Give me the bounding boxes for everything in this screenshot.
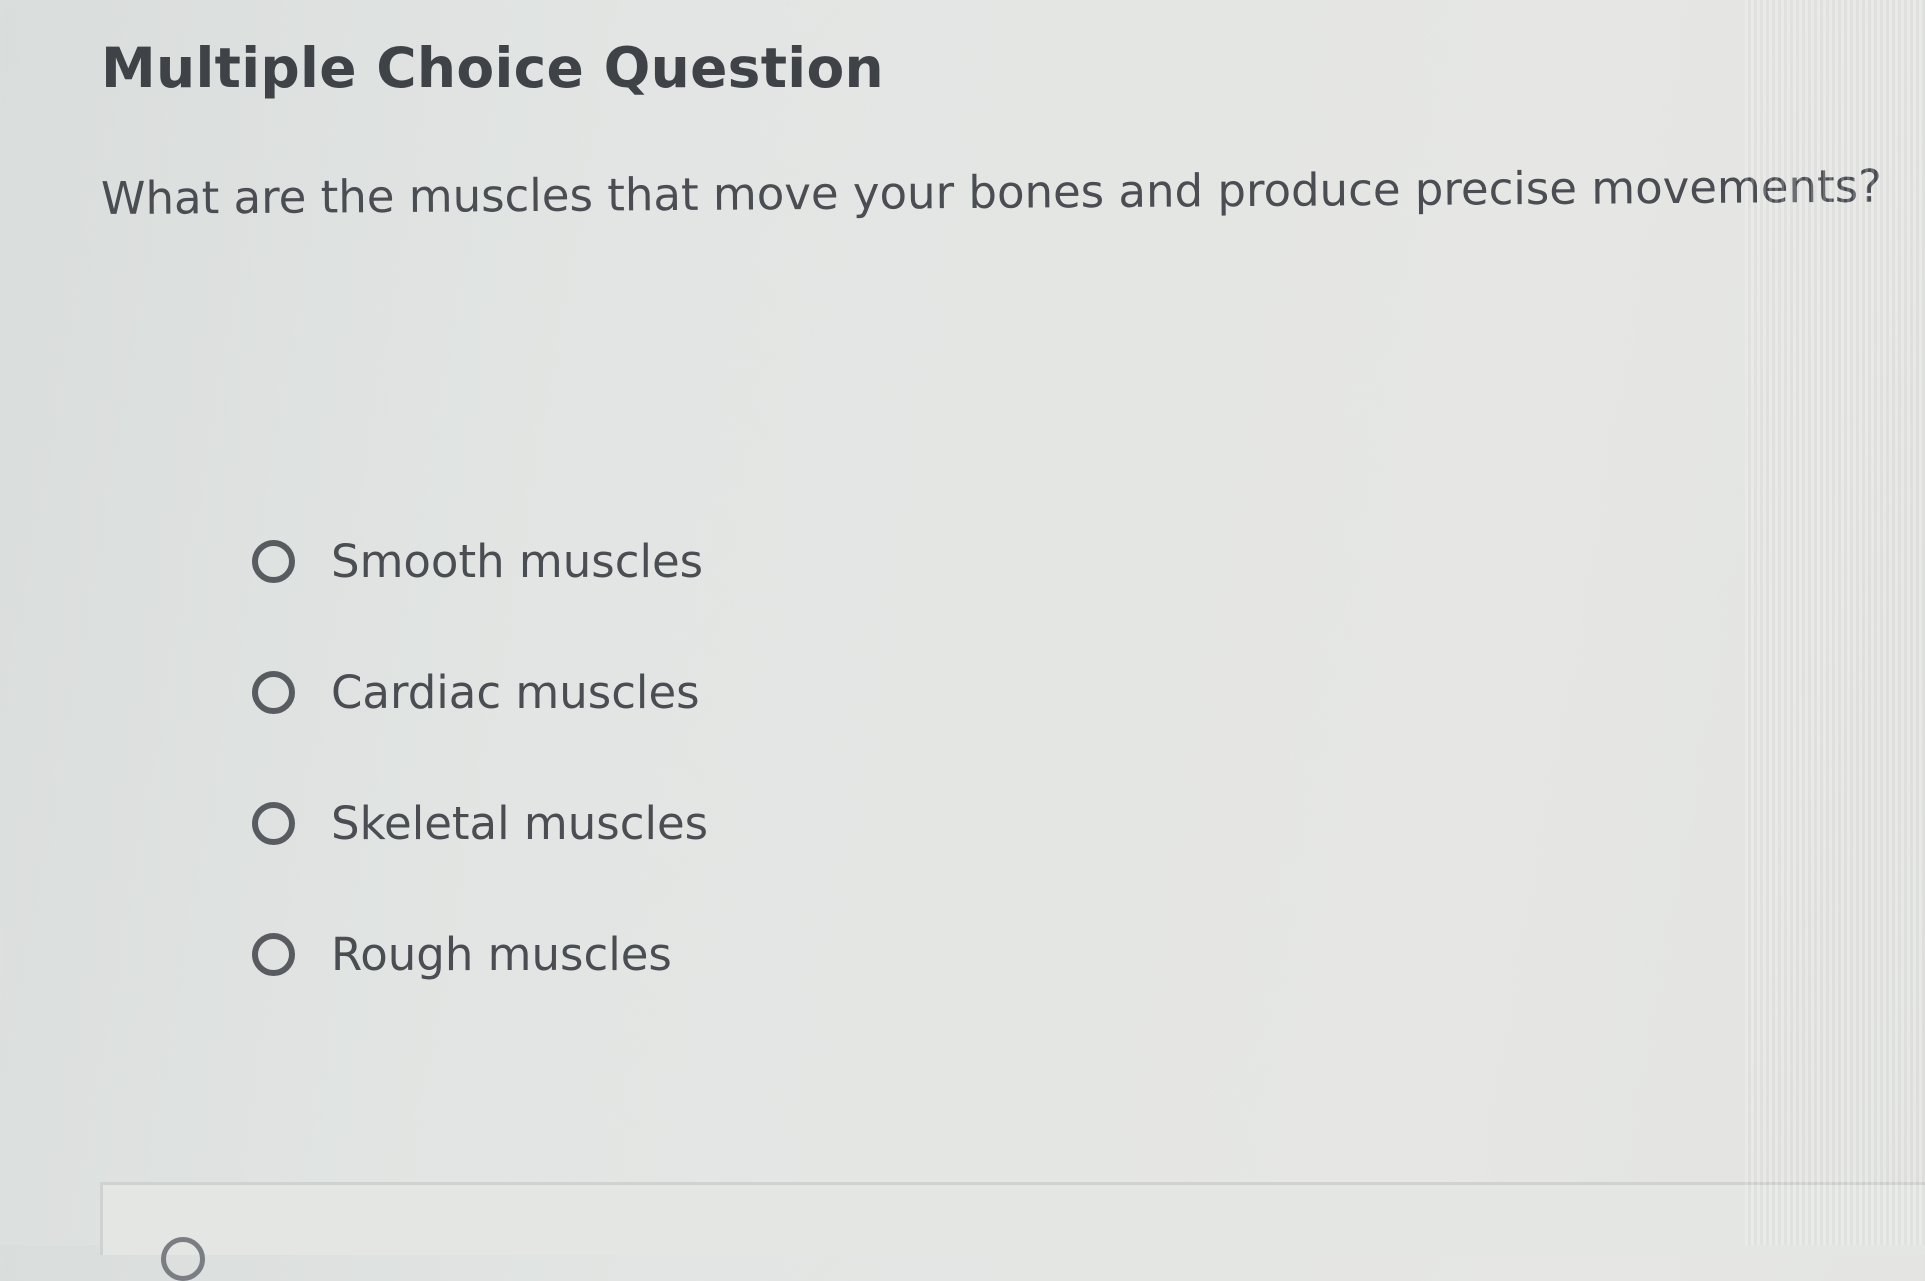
answer-option-label[interactable]: Cardiac muscles — [331, 666, 700, 719]
radio-unselected-icon[interactable] — [252, 802, 295, 845]
answer-option-cardiac[interactable]: Cardiac muscles — [252, 627, 708, 758]
next-section-card — [100, 1182, 1925, 1281]
answer-option-label[interactable]: Smooth muscles — [331, 535, 703, 588]
answer-option-smooth[interactable]: Smooth muscles — [252, 496, 708, 627]
answer-option-rough[interactable]: Rough muscles — [252, 889, 708, 1020]
question-card: Multiple Choice Question What are the mu… — [0, 0, 1925, 1180]
answer-option-label[interactable]: Rough muscles — [331, 928, 672, 981]
question-prompt: What are the muscles that move your bone… — [100, 159, 1883, 225]
radio-unselected-icon[interactable] — [252, 540, 295, 583]
answer-option-label[interactable]: Skeletal muscles — [331, 797, 708, 850]
radio-unselected-icon[interactable] — [252, 933, 295, 976]
question-heading: Multiple Choice Question — [101, 36, 885, 100]
radio-unselected-icon[interactable] — [252, 671, 295, 714]
answer-option-skeletal[interactable]: Skeletal muscles — [252, 758, 708, 889]
radio-unselected-icon[interactable] — [161, 1237, 205, 1281]
answer-options: Smooth muscles Cardiac muscles Skeletal … — [252, 496, 708, 1020]
